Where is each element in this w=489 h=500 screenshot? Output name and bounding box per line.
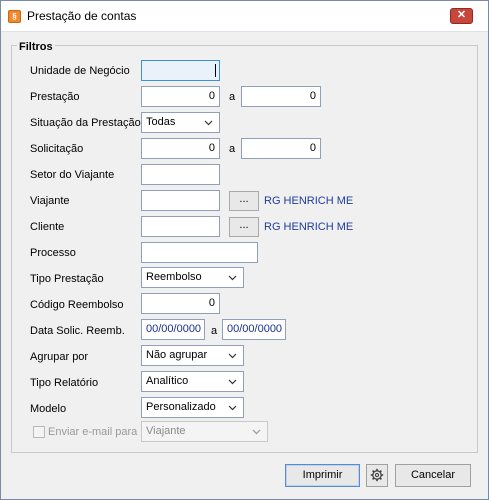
codigo-reembolso-input[interactable]: 0 <box>141 293 220 314</box>
modelo-value: Personalizado <box>146 401 216 413</box>
solicitacao-to-input[interactable]: 0 <box>241 138 321 159</box>
email-select[interactable]: Viajante <box>141 421 268 442</box>
email-value: Viajante <box>146 425 186 437</box>
cliente-name-link[interactable]: RG HENRICH ME <box>264 221 353 233</box>
dialog-window: § Prestação de contas ✕ Filtros Unidade … <box>0 0 489 500</box>
codigo-reembolso-label: Código Reembolso <box>30 299 124 311</box>
close-button[interactable]: ✕ <box>450 8 473 24</box>
data-to-input[interactable]: 00/00/0000 <box>222 319 286 340</box>
situacao-select[interactable]: Todas <box>141 112 220 133</box>
cliente-input[interactable] <box>141 216 220 237</box>
processo-label: Processo <box>30 247 76 259</box>
solicitacao-range-sep: a <box>229 143 236 155</box>
data-from-input[interactable]: 00/00/0000 <box>141 319 205 340</box>
email-label: Enviar e-mail para <box>48 426 138 438</box>
situacao-label: Situação da Prestação <box>30 117 141 129</box>
chevron-down-icon <box>228 353 237 359</box>
tipo-prestacao-value: Reembolso <box>146 271 202 283</box>
tipo-prestacao-label: Tipo Prestação <box>30 273 104 285</box>
email-checkbox[interactable] <box>33 426 45 438</box>
settings-button[interactable] <box>366 464 388 487</box>
chevron-down-icon <box>228 275 237 281</box>
agrupar-label: Agrupar por <box>30 351 89 363</box>
agrupar-value: Não agrupar <box>146 349 208 361</box>
window-title: Prestação de contas <box>27 9 137 23</box>
situacao-value: Todas <box>146 116 176 128</box>
viajante-label: Viajante <box>30 195 70 207</box>
cancel-button[interactable]: Cancelar <box>395 464 471 487</box>
chevron-down-icon <box>228 405 237 411</box>
chevron-down-icon <box>252 429 261 435</box>
modelo-label: Modelo <box>30 403 67 415</box>
filters-title: Filtros <box>17 41 55 53</box>
print-button[interactable]: Imprimir <box>285 464 360 487</box>
prestacao-label: Prestação <box>30 91 80 103</box>
data-label: Data Solic. Reemb. <box>30 325 125 337</box>
viajante-name-link[interactable]: RG HENRICH ME <box>264 195 353 207</box>
unidade-input[interactable] <box>141 60 220 81</box>
tipo-relatorio-value: Analítico <box>146 375 189 387</box>
gear-icon <box>370 468 384 482</box>
prestacao-to-input[interactable]: 0 <box>241 86 321 107</box>
unidade-label: Unidade de Negócio <box>30 65 130 77</box>
app-icon: § <box>8 10 21 23</box>
viajante-input[interactable] <box>141 190 220 211</box>
chevron-down-icon <box>228 379 237 385</box>
setor-input[interactable] <box>141 164 220 185</box>
tipo-prestacao-select[interactable]: Reembolso <box>141 267 244 288</box>
solicitacao-from-input[interactable]: 0 <box>141 138 220 159</box>
setor-label: Setor do Viajante <box>30 169 115 181</box>
solicitacao-label: Solicitação <box>30 143 84 155</box>
prestacao-from-input[interactable]: 0 <box>141 86 220 107</box>
processo-input[interactable] <box>141 242 258 263</box>
chevron-down-icon <box>204 120 213 126</box>
prestacao-range-sep: a <box>229 91 236 103</box>
agrupar-select[interactable]: Não agrupar <box>141 345 244 366</box>
cliente-label: Cliente <box>30 221 65 233</box>
tipo-relatorio-label: Tipo Relatório <box>30 377 99 389</box>
data-range-sep: a <box>211 325 218 337</box>
modelo-select[interactable]: Personalizado <box>141 397 244 418</box>
cliente-lookup-button[interactable]: ... <box>229 217 259 237</box>
title-bar: § Prestação de contas ✕ <box>1 1 488 32</box>
tipo-relatorio-select[interactable]: Analítico <box>141 371 244 392</box>
viajante-lookup-button[interactable]: ... <box>229 191 259 211</box>
